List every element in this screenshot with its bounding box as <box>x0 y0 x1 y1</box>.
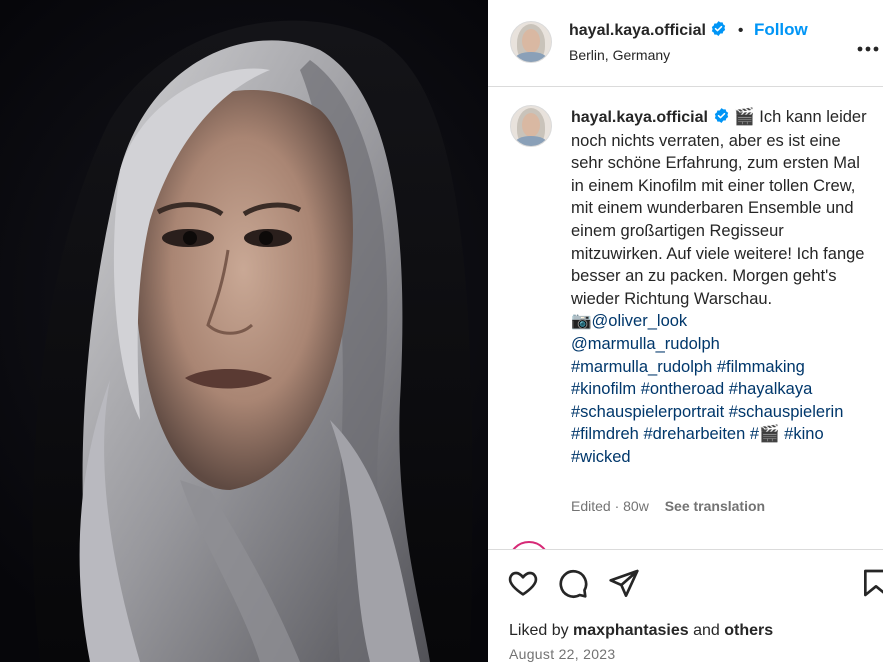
clapper-emoji: 🎬 <box>759 425 780 444</box>
username-link[interactable]: hayal.kaya.official <box>569 22 706 39</box>
caption-meta: Edited · 80w See translation <box>571 498 765 514</box>
share-icon[interactable] <box>608 567 640 599</box>
camera-emoji: 📷 <box>571 312 592 331</box>
heart-icon[interactable] <box>507 567 539 599</box>
follow-button[interactable]: Follow <box>754 20 808 39</box>
clapper-emoji: 🎬 <box>734 108 755 126</box>
instagram-post: hayal.kaya.official • Follow Berlin, Ger… <box>0 0 883 663</box>
caption-avatar[interactable] <box>510 105 552 147</box>
location-link[interactable]: Berlin, Germany <box>569 47 670 63</box>
comment-icon[interactable] <box>557 567 589 599</box>
portrait-image <box>32 20 473 662</box>
others-link[interactable]: others <box>724 622 773 639</box>
caption-text: Ich kann leider noch nichts verraten, ab… <box>571 108 867 308</box>
liked-by-prefix: Liked by <box>509 622 574 639</box>
caption-username[interactable]: hayal.kaya.official <box>571 109 708 126</box>
action-bar: Liked by maxphantasies and others August… <box>488 549 883 663</box>
verified-badge-icon <box>712 21 726 36</box>
post-date[interactable]: August 22, 2023 <box>509 646 615 662</box>
bookmark-icon[interactable] <box>860 567 883 599</box>
verified-badge-icon <box>714 108 728 123</box>
post-sidebar: hayal.kaya.official • Follow Berlin, Ger… <box>488 0 883 663</box>
edited-timestamp: Edited · 80w <box>571 498 649 514</box>
separator-dot: • <box>737 22 744 39</box>
avatar-body <box>515 52 547 62</box>
post-photo[interactable] <box>0 0 488 662</box>
more-options-dots <box>857 46 879 52</box>
avatar-face <box>522 29 540 53</box>
avatar[interactable] <box>510 21 552 63</box>
mention-link[interactable]: @oliver_look <box>592 312 688 330</box>
avatar-face <box>522 113 540 137</box>
liked-by-and: and <box>688 622 725 639</box>
avatar-body <box>515 136 547 146</box>
post-caption: hayal.kaya.official 🎬 Ich kann leider no… <box>571 106 871 469</box>
liked-by-text: Liked by maxphantasies and others <box>509 622 773 640</box>
mention-link[interactable]: @marmulla_rudolph <box>571 335 720 353</box>
liked-by-user-link[interactable]: maxphantasies <box>573 622 689 639</box>
post-header: hayal.kaya.official • Follow Berlin, Ger… <box>488 0 883 87</box>
see-translation-button[interactable]: See translation <box>665 498 765 514</box>
header-title-row: hayal.kaya.official • Follow <box>569 20 808 40</box>
more-options-icon[interactable] <box>857 32 879 58</box>
